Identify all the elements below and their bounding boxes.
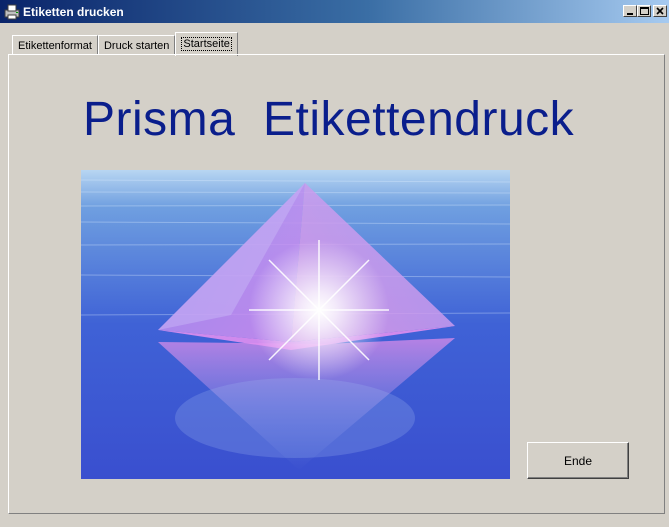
maximize-button[interactable] bbox=[637, 5, 651, 17]
window-title: Etiketten drucken bbox=[23, 4, 124, 19]
prism-image-svg bbox=[81, 170, 510, 479]
prism-pyramid-over-water-image bbox=[81, 170, 510, 479]
minimize-icon bbox=[627, 13, 633, 15]
tab-druck-starten[interactable]: Druck starten bbox=[97, 35, 176, 55]
end-button[interactable]: Ende bbox=[527, 442, 629, 479]
printer-app-icon[interactable] bbox=[4, 4, 20, 20]
tab-strip: Etikettenformat Druck starten Startseite bbox=[12, 32, 238, 56]
maximize-icon bbox=[640, 7, 649, 15]
tab-startseite[interactable]: Startseite bbox=[175, 32, 238, 56]
minimize-button[interactable] bbox=[623, 5, 637, 17]
close-button[interactable] bbox=[653, 5, 667, 17]
app-window: Etiketten drucken Etikettenformat Druck … bbox=[0, 0, 669, 527]
close-icon bbox=[656, 7, 664, 15]
tab-startseite-label: Startseite bbox=[181, 37, 232, 51]
title-bar[interactable]: Etiketten drucken bbox=[0, 0, 669, 23]
tab-etikettenformat[interactable]: Etikettenformat bbox=[12, 35, 98, 55]
page-title: Prisma Etikettendruck bbox=[83, 93, 575, 146]
